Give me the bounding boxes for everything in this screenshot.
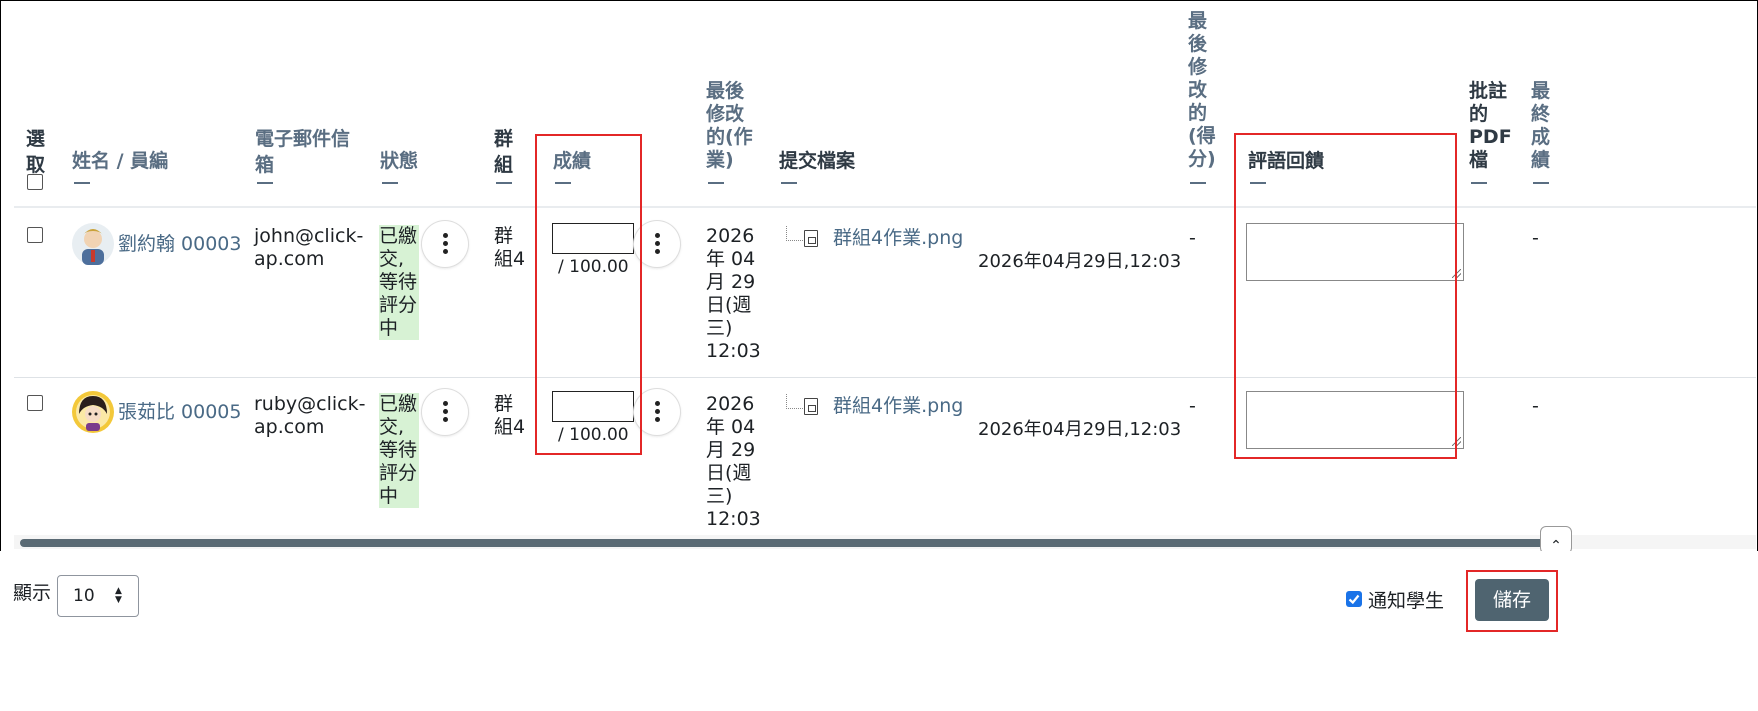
file-timestamp: 2026年04月29日,12:03 [978, 419, 1182, 440]
header-files: 提交檔案 [779, 150, 856, 172]
status-actions-menu-icon[interactable] [422, 389, 468, 435]
student-name-link[interactable]: 張茹比 00005 [118, 399, 241, 425]
header-name[interactable]: 姓名 / 員編 [72, 148, 168, 174]
header-last-modified-submission[interactable]: 最後 修改 的(作 業) [706, 80, 753, 172]
header-final-grade[interactable]: 最 終 成 績 [1531, 80, 1550, 172]
image-file-icon [804, 230, 818, 247]
final-grade: - [1532, 227, 1539, 249]
notify-students-label: 通知學生 [1368, 590, 1445, 612]
chevron-down-icon: ▼ [115, 595, 122, 605]
status-badge: 已繳 交, 等待 評分 中 [379, 225, 419, 340]
image-file-icon [804, 398, 818, 415]
header-group-collapse[interactable] [496, 182, 512, 184]
row-select-checkbox[interactable] [27, 395, 43, 411]
header-annotated-pdf: 批註 的 PDF 檔 [1469, 80, 1512, 171]
last-modified-grade: - [1189, 227, 1196, 249]
header-email[interactable]: 電子郵件信 箱 [255, 126, 350, 178]
save-button-highlight [1466, 570, 1558, 632]
header-files-collapse[interactable] [781, 182, 797, 184]
notify-students-checkbox[interactable] [1346, 591, 1362, 607]
avatar [72, 223, 114, 265]
final-grade: - [1532, 395, 1539, 417]
row-select-checkbox[interactable] [27, 227, 43, 243]
feedback-column-highlight [1234, 133, 1457, 459]
avatar [72, 391, 114, 433]
header-annotated-pdf-collapse[interactable] [1471, 182, 1487, 184]
group: 群 組4 [494, 225, 526, 270]
last-modified-submission: 2026 年 04 月 29 日(週 三) 12:03 [706, 393, 761, 530]
grade-column-highlight [535, 134, 642, 455]
select-all-checkbox[interactable] [27, 174, 43, 190]
per-page-select[interactable]: 10 ▲ ▼ [57, 575, 139, 617]
last-modified-grade: - [1189, 395, 1196, 417]
checkmark-icon [1348, 594, 1360, 605]
header-last-modified-grade[interactable]: 最 後 修 改 的 (得 分) [1188, 10, 1216, 171]
header-status-collapse[interactable] [382, 182, 398, 184]
email: john@click- ap.com [254, 225, 364, 270]
submission-file-link[interactable]: 群組4作業.png [833, 225, 963, 251]
header-final-grade-collapse[interactable] [1533, 182, 1549, 184]
header-divider [14, 206, 1756, 208]
submission-file-link[interactable]: 群組4作業.png [833, 393, 963, 419]
group: 群 組4 [494, 393, 526, 438]
header-name-collapse[interactable] [74, 182, 90, 184]
horizontal-scrollbar-thumb[interactable] [20, 539, 1550, 547]
header-select: 選 取 [26, 128, 46, 176]
file-timestamp: 2026年04月29日,12:03 [978, 251, 1182, 272]
student-name-link[interactable]: 劉約翰 00003 [118, 231, 241, 257]
header-status[interactable]: 狀態 [380, 148, 418, 174]
header-last-modified-grade-collapse[interactable] [1190, 182, 1206, 184]
status-badge: 已繳 交, 等待 評分 中 [379, 393, 419, 508]
header-last-modified-submission-collapse[interactable] [708, 182, 724, 184]
email: ruby@click- ap.com [254, 393, 366, 438]
row-divider [14, 377, 1756, 378]
last-modified-submission: 2026 年 04 月 29 日(週 三) 12:03 [706, 225, 761, 362]
header-email-collapse[interactable] [257, 182, 273, 184]
status-actions-menu-icon[interactable] [422, 221, 468, 267]
show-label: 顯示 [13, 582, 52, 604]
per-page-value: 10 [73, 586, 95, 606]
scroll-up-icon[interactable]: ⌃ [1540, 526, 1572, 554]
header-group: 群 組 [494, 128, 514, 176]
